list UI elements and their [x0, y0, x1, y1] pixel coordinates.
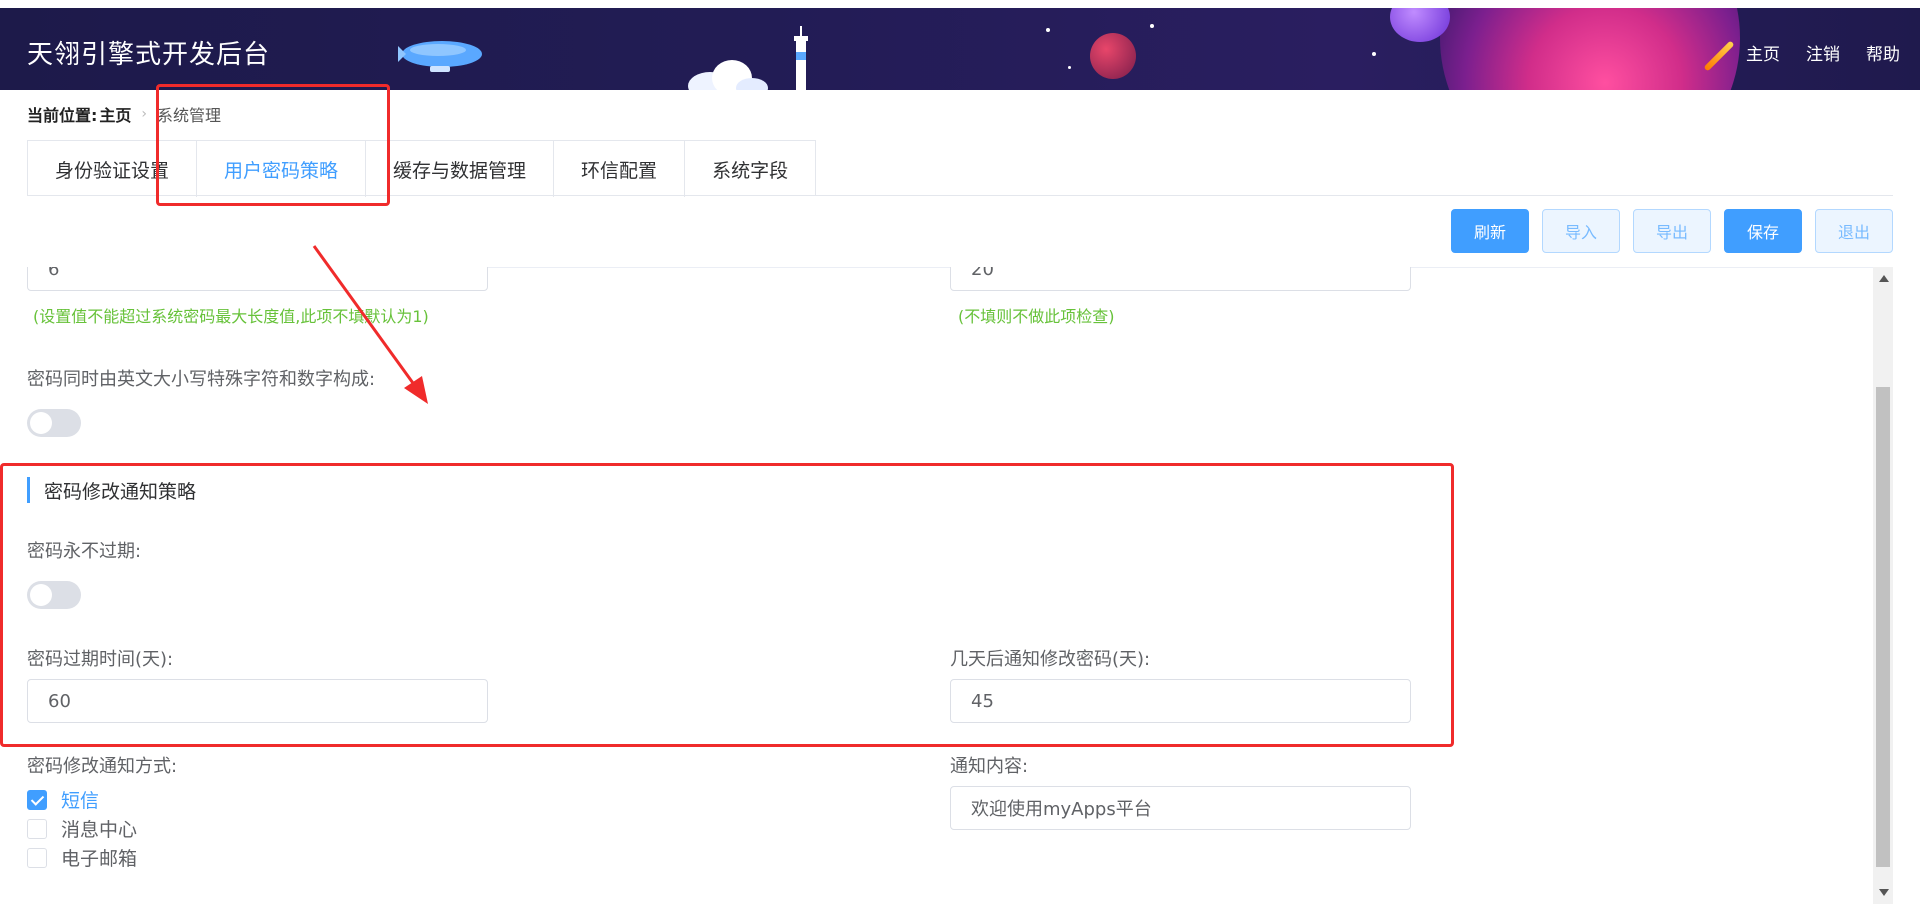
toolbar: 刷新 导入 导出 保存 退出 [1451, 209, 1893, 253]
scroll-down-arrow-icon[interactable] [1879, 889, 1889, 896]
notify-email-label: 电子邮箱 [61, 848, 138, 870]
refresh-button[interactable]: 刷新 [1451, 209, 1529, 253]
nav-logout-link[interactable]: 注销 [1806, 40, 1840, 65]
tab-auth-settings[interactable]: 身份验证设置 [28, 141, 198, 197]
checkbox-icon[interactable] [27, 818, 47, 839]
breadcrumb-label: 当前位置: [27, 106, 98, 125]
save-button[interactable]: 保存 [1724, 209, 1802, 253]
notify-days-input[interactable]: 45 [950, 679, 1411, 723]
tabs-divider [27, 195, 1893, 196]
small-planet-decoration [1090, 33, 1136, 79]
notify-email-option[interactable]: 电子邮箱 [27, 844, 137, 871]
notify-sms-label: 短信 [61, 790, 100, 812]
complexity-switch[interactable] [27, 409, 81, 437]
star-icon [1046, 28, 1050, 32]
star-icon [1372, 52, 1376, 56]
max-length-input[interactable]: 20 [950, 267, 1411, 291]
notify-sms-option[interactable]: 短信 [27, 786, 99, 813]
notify-method-label: 密码修改通知方式: [27, 756, 178, 777]
notify-message-center-label: 消息中心 [61, 819, 138, 841]
expire-days-input[interactable]: 60 [27, 679, 488, 723]
breadcrumb-home-link[interactable]: 主页 [99, 102, 131, 126]
exit-button[interactable]: 退出 [1815, 209, 1893, 253]
notify-content-input[interactable]: 欢迎使用myApps平台 [950, 786, 1411, 830]
tab-password-policy[interactable]: 用户密码策略 [197, 141, 367, 197]
planet-decoration [1440, 8, 1740, 90]
top-header: 天翎引擎式开发后台 主页 注销 帮助 [0, 8, 1920, 90]
star-icon [1068, 66, 1071, 69]
airship-icon [398, 41, 482, 72]
settings-tabs: 身份验证设置 用户密码策略 缓存与数据管理 环信配置 系统字段 [27, 140, 817, 197]
page: 天翎引擎式开发后台 主页 注销 帮助 当前位置: 主页 › 系统管理 身份验证设… [0, 0, 1920, 904]
notify-message-center-option[interactable]: 消息中心 [27, 815, 137, 842]
breadcrumb-current: 系统管理 [157, 106, 222, 125]
notify-section-title: 密码修改通知策略 [27, 477, 196, 503]
tab-cache-data[interactable]: 缓存与数据管理 [366, 141, 555, 197]
vertical-scrollbar[interactable] [1873, 267, 1893, 904]
form-scroll-area: 6 20 (设置值不能超过系统密码最大长度值,此项不填默认为1) (不填则不做此… [0, 267, 1873, 904]
breadcrumb: 当前位置: 主页 › 系统管理 [27, 102, 221, 126]
annotation-arrow-icon [312, 245, 428, 404]
checkbox-icon[interactable] [27, 847, 47, 868]
scroll-up-arrow-icon[interactable] [1879, 275, 1889, 282]
lighthouse-icon [794, 26, 808, 90]
checkbox-checked-icon[interactable] [27, 789, 47, 810]
nav-help-link[interactable]: 帮助 [1866, 40, 1900, 65]
max-length-hint: (不填则不做此项检查) [958, 307, 1115, 326]
never-expire-label: 密码永不过期: [27, 541, 142, 562]
tab-system-fields[interactable]: 系统字段 [685, 141, 816, 197]
export-button[interactable]: 导出 [1633, 209, 1711, 253]
header-nav: 主页 注销 帮助 [1746, 40, 1900, 65]
app-title: 天翎引擎式开发后台 [27, 40, 271, 70]
cloud-icon [688, 60, 768, 90]
notify-content-label: 通知内容: [950, 756, 1029, 777]
nav-home-link[interactable]: 主页 [1746, 40, 1780, 65]
tab-easemob-config[interactable]: 环信配置 [554, 141, 686, 197]
import-button[interactable]: 导入 [1542, 209, 1620, 253]
expire-days-label: 密码过期时间(天): [27, 649, 174, 670]
notify-days-label: 几天后通知修改密码(天): [950, 649, 1151, 670]
scrollbar-thumb[interactable] [1876, 387, 1890, 867]
chevron-right-icon: › [141, 106, 148, 122]
star-icon [1150, 24, 1154, 28]
never-expire-switch[interactable] [27, 581, 81, 609]
